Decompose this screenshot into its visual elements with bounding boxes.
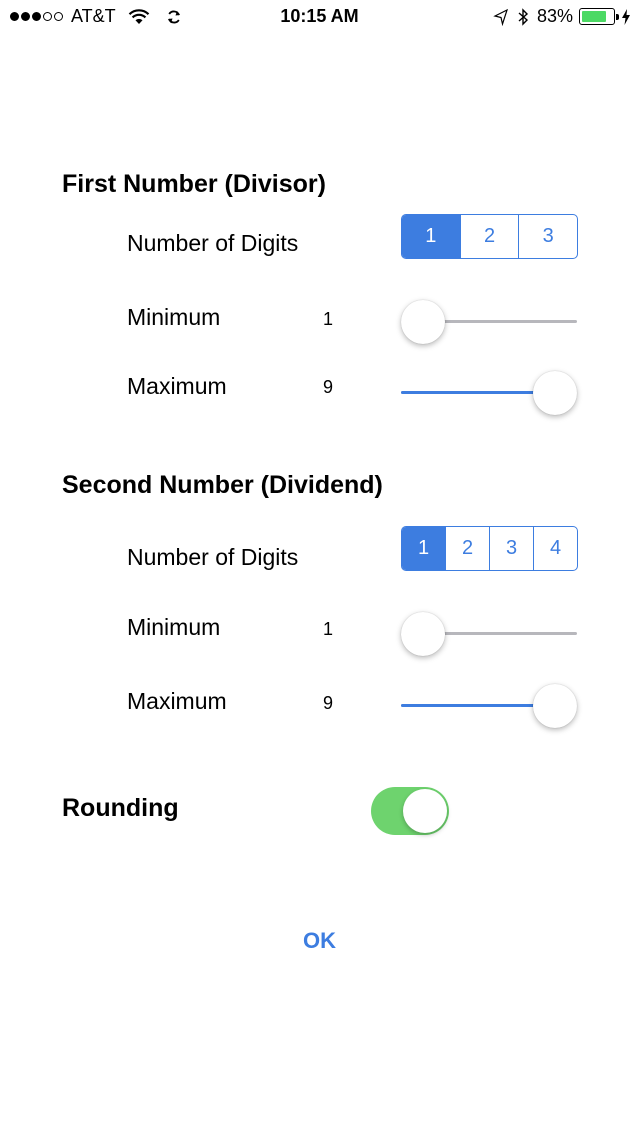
rounding-toggle[interactable] [371, 787, 449, 835]
first-number-maximum-slider[interactable] [401, 371, 577, 415]
toggle-knob [403, 789, 447, 833]
second-number-digits-segment-1[interactable]: 1 [402, 527, 446, 570]
slider-thumb[interactable] [401, 612, 445, 656]
signal-dot [32, 12, 41, 21]
location-arrow-icon [493, 8, 508, 26]
second-number-title: Second Number (Dividend) [62, 471, 383, 499]
first-number-title: First Number (Divisor) [62, 170, 326, 198]
first-number-digits-segmented-control[interactable]: 123 [401, 214, 578, 259]
second-number-minimum-label: Minimum [127, 614, 221, 640]
first-number-digits-segment-2[interactable]: 2 [461, 215, 520, 258]
signal-dot [21, 12, 30, 21]
status-bar-left: AT&T [10, 6, 182, 27]
slider-thumb[interactable] [401, 300, 445, 344]
first-number-minimum-label: Minimum [127, 304, 221, 330]
slider-thumb[interactable] [533, 684, 577, 728]
signal-dot [54, 12, 63, 21]
second-number-digits-segmented-control[interactable]: 1234 [401, 526, 578, 571]
second-number-digits-segment-3[interactable]: 3 [490, 527, 534, 570]
battery-percent: 83% [536, 6, 573, 26]
first-number-minimum-value: 1 [323, 309, 334, 329]
first-number-maximum-value: 9 [323, 377, 334, 397]
second-number-digits-label: Number of Digits [127, 544, 299, 570]
sync-icon [167, 10, 180, 23]
battery-nub [616, 14, 619, 20]
signal-strength-icon [10, 12, 63, 21]
status-bar-right: 83% [493, 6, 631, 27]
slider-thumb[interactable] [533, 371, 577, 415]
first-number-digits-segment-3[interactable]: 3 [519, 215, 577, 258]
bluetooth-icon [518, 7, 528, 26]
signal-dot [43, 12, 52, 21]
ok-button[interactable]: OK [0, 928, 639, 954]
rounding-label: Rounding [62, 794, 179, 822]
wifi-icon [128, 8, 149, 24]
first-number-minimum-slider[interactable] [401, 300, 577, 344]
slider-fill [401, 704, 555, 707]
first-number-maximum-label: Maximum [127, 373, 227, 399]
first-number-digits-segment-1[interactable]: 1 [402, 215, 461, 258]
carrier-name: AT&T [71, 6, 116, 26]
battery-level-fill [582, 11, 607, 22]
second-number-digits-segment-4[interactable]: 4 [534, 527, 577, 570]
first-number-digits-label: Number of Digits [127, 230, 299, 256]
battery-icon [579, 8, 619, 25]
second-number-minimum-slider[interactable] [401, 612, 577, 656]
second-number-maximum-value: 9 [323, 693, 334, 713]
signal-dot [10, 12, 19, 21]
second-number-maximum-label: Maximum [127, 688, 227, 714]
second-number-digits-segment-2[interactable]: 2 [446, 527, 490, 570]
second-number-maximum-slider[interactable] [401, 684, 577, 728]
charging-bolt-icon [622, 8, 630, 25]
status-bar: AT&T 10:15 AM 83% [0, 0, 639, 34]
slider-fill [401, 391, 555, 394]
second-number-minimum-value: 1 [323, 619, 334, 639]
